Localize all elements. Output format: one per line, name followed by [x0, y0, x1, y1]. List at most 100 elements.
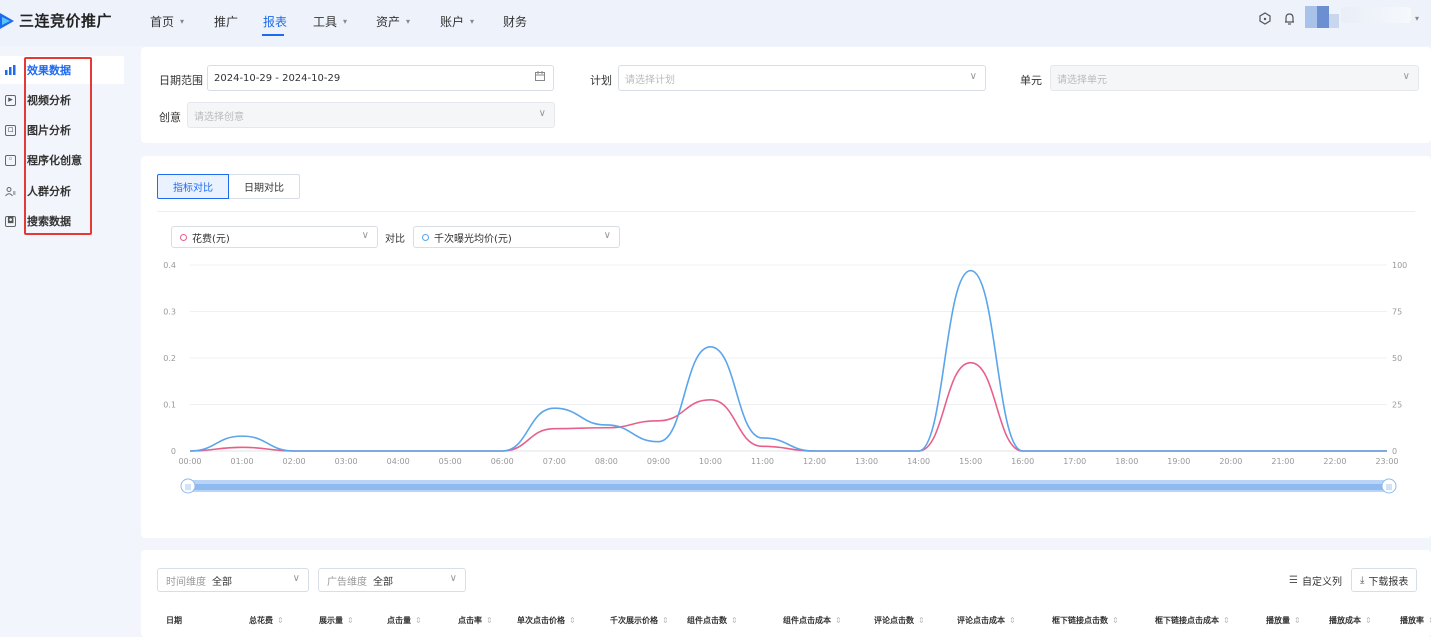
- logo-icon: [0, 12, 16, 29]
- x-tick-label: 00:00: [178, 457, 201, 466]
- column-label: 展示量: [319, 616, 343, 625]
- sort-icon[interactable]: ⇕: [731, 616, 738, 625]
- sort-icon[interactable]: ⇕: [1009, 616, 1016, 625]
- ad-dimension-label: 广告维度: [327, 576, 367, 588]
- chevron-down-icon: ∨: [449, 573, 457, 584]
- x-tick-label: 07:00: [543, 457, 566, 466]
- time-dimension-select[interactable]: 时间维度 全部 ∨: [157, 568, 309, 592]
- sort-icon[interactable]: ⇕: [1294, 616, 1301, 625]
- help-icon[interactable]: [1258, 12, 1272, 30]
- x-tick-label: 20:00: [1219, 457, 1242, 466]
- zoom-slider-grip-icon: |||: [185, 484, 191, 491]
- x-tick-label: 16:00: [1011, 457, 1034, 466]
- y-left-tick-label: 0.3: [163, 308, 176, 317]
- creative-select[interactable]: 请选择创意 ∨: [187, 102, 555, 128]
- sort-icon[interactable]: ⇕: [1112, 616, 1119, 625]
- app-logo[interactable]: 三连竞价推广: [0, 10, 112, 31]
- nav-reports[interactable]: 报表: [263, 13, 287, 30]
- nav-home[interactable]: 首页 ▾: [150, 13, 184, 30]
- table-header-cell[interactable]: 展示量 ⇕: [319, 615, 354, 626]
- chevron-down-icon: ∨: [969, 71, 977, 82]
- x-tick-label: 18:00: [1115, 457, 1138, 466]
- x-tick-label: 19:00: [1167, 457, 1190, 466]
- table-header-cell[interactable]: 播放量 ⇕: [1266, 615, 1301, 626]
- table-header-cell[interactable]: 总花费 ⇕: [249, 615, 284, 626]
- username-redacted[interactable]: [1341, 7, 1411, 23]
- table-header-cell[interactable]: 组件点击成本 ⇕: [783, 615, 842, 626]
- bell-icon[interactable]: [1283, 12, 1296, 30]
- x-tick-label: 03:00: [335, 457, 358, 466]
- column-label: 评论点击数: [874, 616, 914, 625]
- x-tick-label: 11:00: [751, 457, 774, 466]
- sort-icon[interactable]: ⇕: [415, 616, 422, 625]
- table-header-cell[interactable]: 单次点击价格 ⇕: [517, 615, 576, 626]
- report-table-panel: 时间维度 全部 ∨ 广告维度 全部 ∨ ☰ 自定义列 ⤓ 下载报表 日期 总花费 ⇕…: [141, 550, 1431, 637]
- time-dimension-value: 全部: [212, 576, 232, 588]
- download-report-button[interactable]: ⤓ 下载报表: [1351, 568, 1418, 592]
- table-header-cell[interactable]: 点击量 ⇕: [387, 615, 422, 626]
- nav-assets[interactable]: 资产 ▾: [376, 13, 410, 30]
- audience-icon: [5, 186, 16, 197]
- column-label: 播放量: [1266, 616, 1290, 625]
- user-menu-caret-icon[interactable]: ▾: [1415, 14, 1419, 23]
- column-label: 千次展示价格: [610, 616, 658, 625]
- sort-icon[interactable]: ⇕: [918, 616, 925, 625]
- column-label: 点击量: [387, 616, 411, 625]
- list-icon: ☰: [1289, 574, 1298, 586]
- nav-finance-label: 财务: [503, 15, 528, 29]
- x-tick-label: 13:00: [855, 457, 878, 466]
- unit-select[interactable]: 请选择单元 ∨: [1050, 65, 1419, 91]
- table-header-cell[interactable]: 评论点击数 ⇕: [874, 615, 925, 626]
- sort-icon[interactable]: ⇕: [486, 616, 493, 625]
- table-header-cell[interactable]: 点击率 ⇕: [458, 615, 493, 626]
- sort-icon[interactable]: ⇕: [569, 616, 576, 625]
- table-header-cell[interactable]: 框下链接点击成本 ⇕: [1155, 615, 1230, 626]
- x-tick-label: 14:00: [907, 457, 930, 466]
- x-tick-label: 23:00: [1375, 457, 1398, 466]
- programmatic-icon: ◦: [5, 154, 16, 166]
- y-left-tick-label: 0.1: [163, 401, 176, 410]
- table-header-cell[interactable]: 千次展示价格 ⇕: [610, 615, 669, 626]
- column-label: 评论点击成本: [957, 616, 1005, 625]
- ad-dimension-select[interactable]: 广告维度 全部 ∨: [318, 568, 466, 592]
- nav-tools[interactable]: 工具 ▾: [313, 13, 347, 30]
- custom-columns-label: 自定义列: [1301, 576, 1342, 588]
- column-label: 日期: [166, 616, 182, 625]
- sort-icon[interactable]: ⇕: [277, 616, 284, 625]
- plan-select[interactable]: 请选择计划 ∨: [618, 65, 986, 91]
- highlight-annotation-box: [24, 57, 92, 235]
- sort-icon[interactable]: ⇕: [347, 616, 354, 625]
- date-range-picker[interactable]: 2024-10-29 - 2024-10-29: [207, 65, 554, 91]
- y-right-tick-label: 75: [1392, 308, 1402, 317]
- table-header-cell[interactable]: 组件点击数 ⇕: [687, 615, 738, 626]
- nav-finance[interactable]: 财务: [503, 13, 527, 30]
- x-tick-label: 21:00: [1271, 457, 1294, 466]
- nav-tools-label: 工具: [313, 15, 338, 29]
- nav-promotion-label: 推广: [214, 15, 239, 29]
- table-header-cell[interactable]: 播放成本 ⇕: [1329, 615, 1372, 626]
- column-label: 单次点击价格: [517, 616, 565, 625]
- sort-icon[interactable]: ⇕: [835, 616, 842, 625]
- sort-icon[interactable]: ⇕: [662, 616, 669, 625]
- sort-icon[interactable]: ⇕: [1365, 616, 1372, 625]
- series-line: [189, 361, 1387, 452]
- plan-placeholder: 请选择计划: [625, 74, 675, 86]
- nav-account-label: 账户: [440, 15, 465, 29]
- table-header-cell[interactable]: 播放率⇕: [1400, 615, 1431, 626]
- x-tick-label: 02:00: [283, 457, 306, 466]
- chevron-down-icon: ∨: [538, 108, 546, 119]
- sort-icon[interactable]: ⇕: [1223, 616, 1230, 625]
- chevron-down-icon: ∨: [1402, 71, 1410, 82]
- x-tick-label: 09:00: [647, 457, 670, 466]
- nav-account[interactable]: 账户 ▾: [440, 13, 474, 30]
- image-icon: ▫: [5, 124, 16, 136]
- nav-reports-label: 报表: [263, 15, 288, 29]
- avatar[interactable]: [1305, 6, 1339, 28]
- table-header-cell[interactable]: 评论点击成本 ⇕: [957, 615, 1016, 626]
- custom-columns-button[interactable]: ☰ 自定义列: [1289, 568, 1342, 592]
- nav-promotion[interactable]: 推广: [214, 13, 238, 30]
- series-line: [189, 269, 1387, 452]
- filter-panel: 日期范围 2024-10-29 - 2024-10-29 计划 请选择计划 ∨ …: [141, 47, 1431, 143]
- video-icon: ▸: [5, 94, 16, 106]
- table-header-cell[interactable]: 框下链接点击数 ⇕: [1052, 615, 1119, 626]
